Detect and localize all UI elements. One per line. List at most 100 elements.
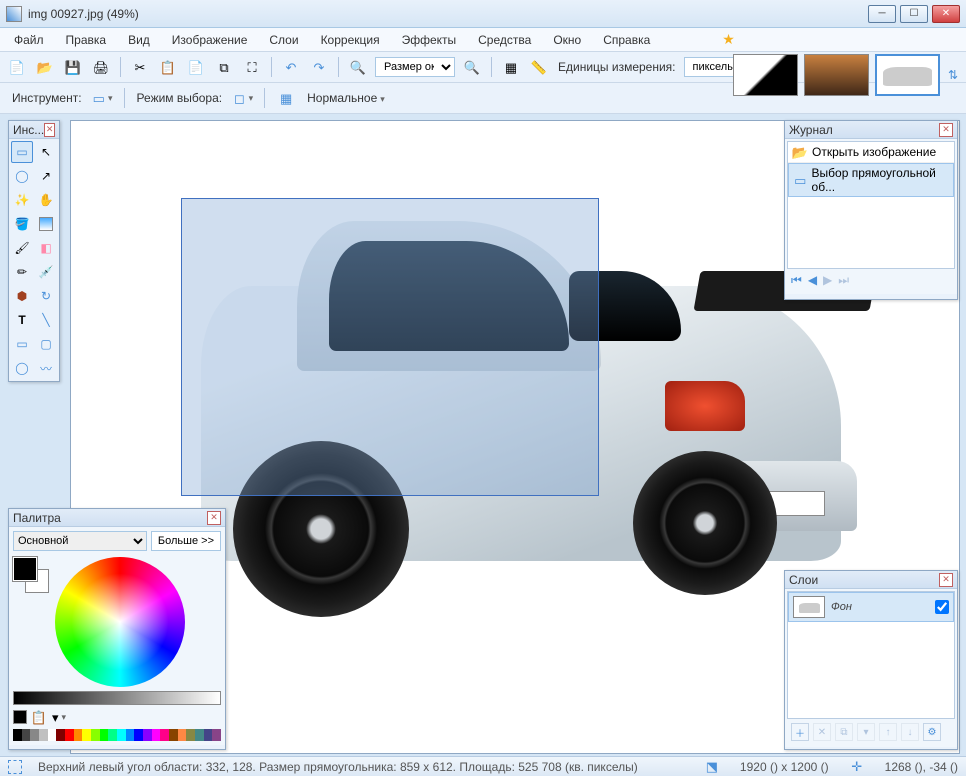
palette-panel-title[interactable]: Палитра ✕ <box>9 509 225 527</box>
history-last[interactable]: ⏭ <box>838 273 849 288</box>
history-first[interactable]: ⏮ <box>791 273 802 288</box>
menu-edit[interactable]: Правка <box>56 30 117 50</box>
history-panel-close[interactable]: ✕ <box>939 123 953 137</box>
new-button[interactable]: 📄 <box>6 56 28 78</box>
history-panel-title[interactable]: Журнал ✕ <box>785 121 957 139</box>
palette-color-swatch[interactable] <box>74 729 83 741</box>
palette-color-swatch[interactable] <box>91 729 100 741</box>
layers-panel-title[interactable]: Слои ✕ <box>785 571 957 589</box>
history-item-rect-select[interactable]: ▭ Выбор прямоугольной об... <box>788 163 954 197</box>
palette-type-select[interactable]: Основной <box>13 531 147 551</box>
tool-paint-bucket[interactable]: 🪣 <box>11 213 33 235</box>
palette-color-swatch[interactable] <box>186 729 195 741</box>
instrument-button[interactable]: ▭ <box>92 87 114 109</box>
layer-visible-checkbox[interactable] <box>935 600 949 614</box>
redo-button[interactable]: ↷ <box>308 56 330 78</box>
close-button[interactable]: ✕ <box>932 5 960 23</box>
tool-freeform[interactable]: 〰 <box>35 357 57 379</box>
tool-brush[interactable]: 🖌 <box>11 237 33 259</box>
open-button[interactable]: 📂 <box>34 56 56 78</box>
thumb-doc-2[interactable] <box>804 54 869 96</box>
tool-rounded-rect[interactable]: ▢ <box>35 333 57 355</box>
layer-delete-button[interactable]: ✕ <box>813 723 831 741</box>
history-next[interactable]: ▶ <box>823 273 832 288</box>
palette-panel-close[interactable]: ✕ <box>207 511 221 525</box>
layer-down-button[interactable]: ↓ <box>901 723 919 741</box>
palette-color-swatch[interactable] <box>65 729 74 741</box>
thumb-collapse-button[interactable]: ⇅ <box>946 54 960 96</box>
palette-color-swatch[interactable] <box>204 729 213 741</box>
layer-props-button[interactable]: ⚙ <box>923 723 941 741</box>
palette-color-swatch[interactable] <box>39 729 48 741</box>
palette-color-swatch[interactable] <box>143 729 152 741</box>
paste-button[interactable]: 📄 <box>185 56 207 78</box>
tool-magic-wand[interactable]: ✨ <box>11 189 33 211</box>
layer-row[interactable]: Фон <box>788 592 954 622</box>
palette-color-swatch[interactable] <box>48 729 57 741</box>
tool-text[interactable]: T <box>11 309 33 331</box>
menu-effects[interactable]: Эффекты <box>392 30 467 50</box>
add-color-icon[interactable]: 📋 <box>31 709 47 725</box>
minimize-button[interactable]: ─ <box>868 5 896 23</box>
menu-image[interactable]: Изображение <box>162 30 258 50</box>
palette-color-swatch[interactable] <box>126 729 135 741</box>
palette-color-swatch[interactable] <box>134 729 143 741</box>
fg-bg-swatches[interactable] <box>13 557 49 593</box>
menu-layers[interactable]: Слои <box>259 30 308 50</box>
blend-mode-select[interactable]: Нормальное <box>305 91 387 105</box>
menu-view[interactable]: Вид <box>118 30 160 50</box>
history-prev[interactable]: ◀ <box>808 273 817 288</box>
palette-color-swatch[interactable] <box>22 729 31 741</box>
palette-color-swatch[interactable] <box>30 729 39 741</box>
undo-button[interactable]: ↶ <box>280 56 302 78</box>
resize-button[interactable]: ⛶ <box>241 56 263 78</box>
palette-color-swatch[interactable] <box>160 729 169 741</box>
tool-eyedropper[interactable]: 💉 <box>35 261 57 283</box>
palette-color-swatch[interactable] <box>100 729 109 741</box>
tool-clone-stamp[interactable]: ⬢ <box>11 285 33 307</box>
save-button[interactable]: 💾 <box>62 56 84 78</box>
opacity-slider[interactable] <box>13 691 221 705</box>
tool-line[interactable]: ╲ <box>35 309 57 331</box>
tool-hand[interactable]: ✋ <box>35 189 57 211</box>
tool-eraser[interactable]: ◧ <box>35 237 57 259</box>
thumb-doc-1[interactable] <box>733 54 798 96</box>
menu-file[interactable]: Файл <box>4 30 54 50</box>
layers-panel-close[interactable]: ✕ <box>939 573 953 587</box>
print-button[interactable]: 🖨 <box>90 56 112 78</box>
menu-help[interactable]: Справка <box>593 30 660 50</box>
palette-color-swatch[interactable] <box>108 729 117 741</box>
tool-rectangle[interactable]: ▭ <box>11 333 33 355</box>
current-color-swatch[interactable] <box>13 710 27 724</box>
zoom-in-button[interactable]: 🔍 <box>461 56 483 78</box>
palette-menu-icon[interactable]: ▾ <box>51 709 67 725</box>
tool-ellipse[interactable]: ◯ <box>11 357 33 379</box>
grid-button[interactable]: ▦ <box>500 56 522 78</box>
layer-duplicate-button[interactable]: ⧉ <box>835 723 853 741</box>
tools-panel-title[interactable]: Инс... ✕ <box>9 121 59 139</box>
palette-color-swatch[interactable] <box>169 729 178 741</box>
palette-color-swatch[interactable] <box>212 729 221 741</box>
color-wheel[interactable] <box>55 557 185 687</box>
tool-rect-select[interactable]: ▭ <box>11 141 33 163</box>
cut-button[interactable]: ✂ <box>129 56 151 78</box>
select-mode-button[interactable]: ◻ <box>232 87 254 109</box>
tool-move[interactable]: ↗ <box>35 165 57 187</box>
palette-more-button[interactable]: Больше >> <box>151 531 221 551</box>
menu-correction[interactable]: Коррекция <box>311 30 390 50</box>
palette-color-swatch[interactable] <box>178 729 187 741</box>
crop-button[interactable]: ⧉ <box>213 56 235 78</box>
maximize-button[interactable]: ☐ <box>900 5 928 23</box>
foreground-color-swatch[interactable] <box>13 557 37 581</box>
history-item-open[interactable]: 📂 Открыть изображение <box>788 142 954 163</box>
tool-lasso[interactable]: ◯ <box>11 165 33 187</box>
zoom-select[interactable]: Размер ок <box>375 57 455 77</box>
thumb-doc-3[interactable] <box>875 54 940 96</box>
palette-color-swatch[interactable] <box>152 729 161 741</box>
layer-merge-button[interactable]: ▾ <box>857 723 875 741</box>
palette-color-swatch[interactable] <box>56 729 65 741</box>
layer-add-button[interactable]: ＋ <box>791 723 809 741</box>
tool-pencil[interactable]: ✏ <box>11 261 33 283</box>
palette-color-swatch[interactable] <box>13 729 22 741</box>
tool-gradient[interactable] <box>35 213 57 235</box>
